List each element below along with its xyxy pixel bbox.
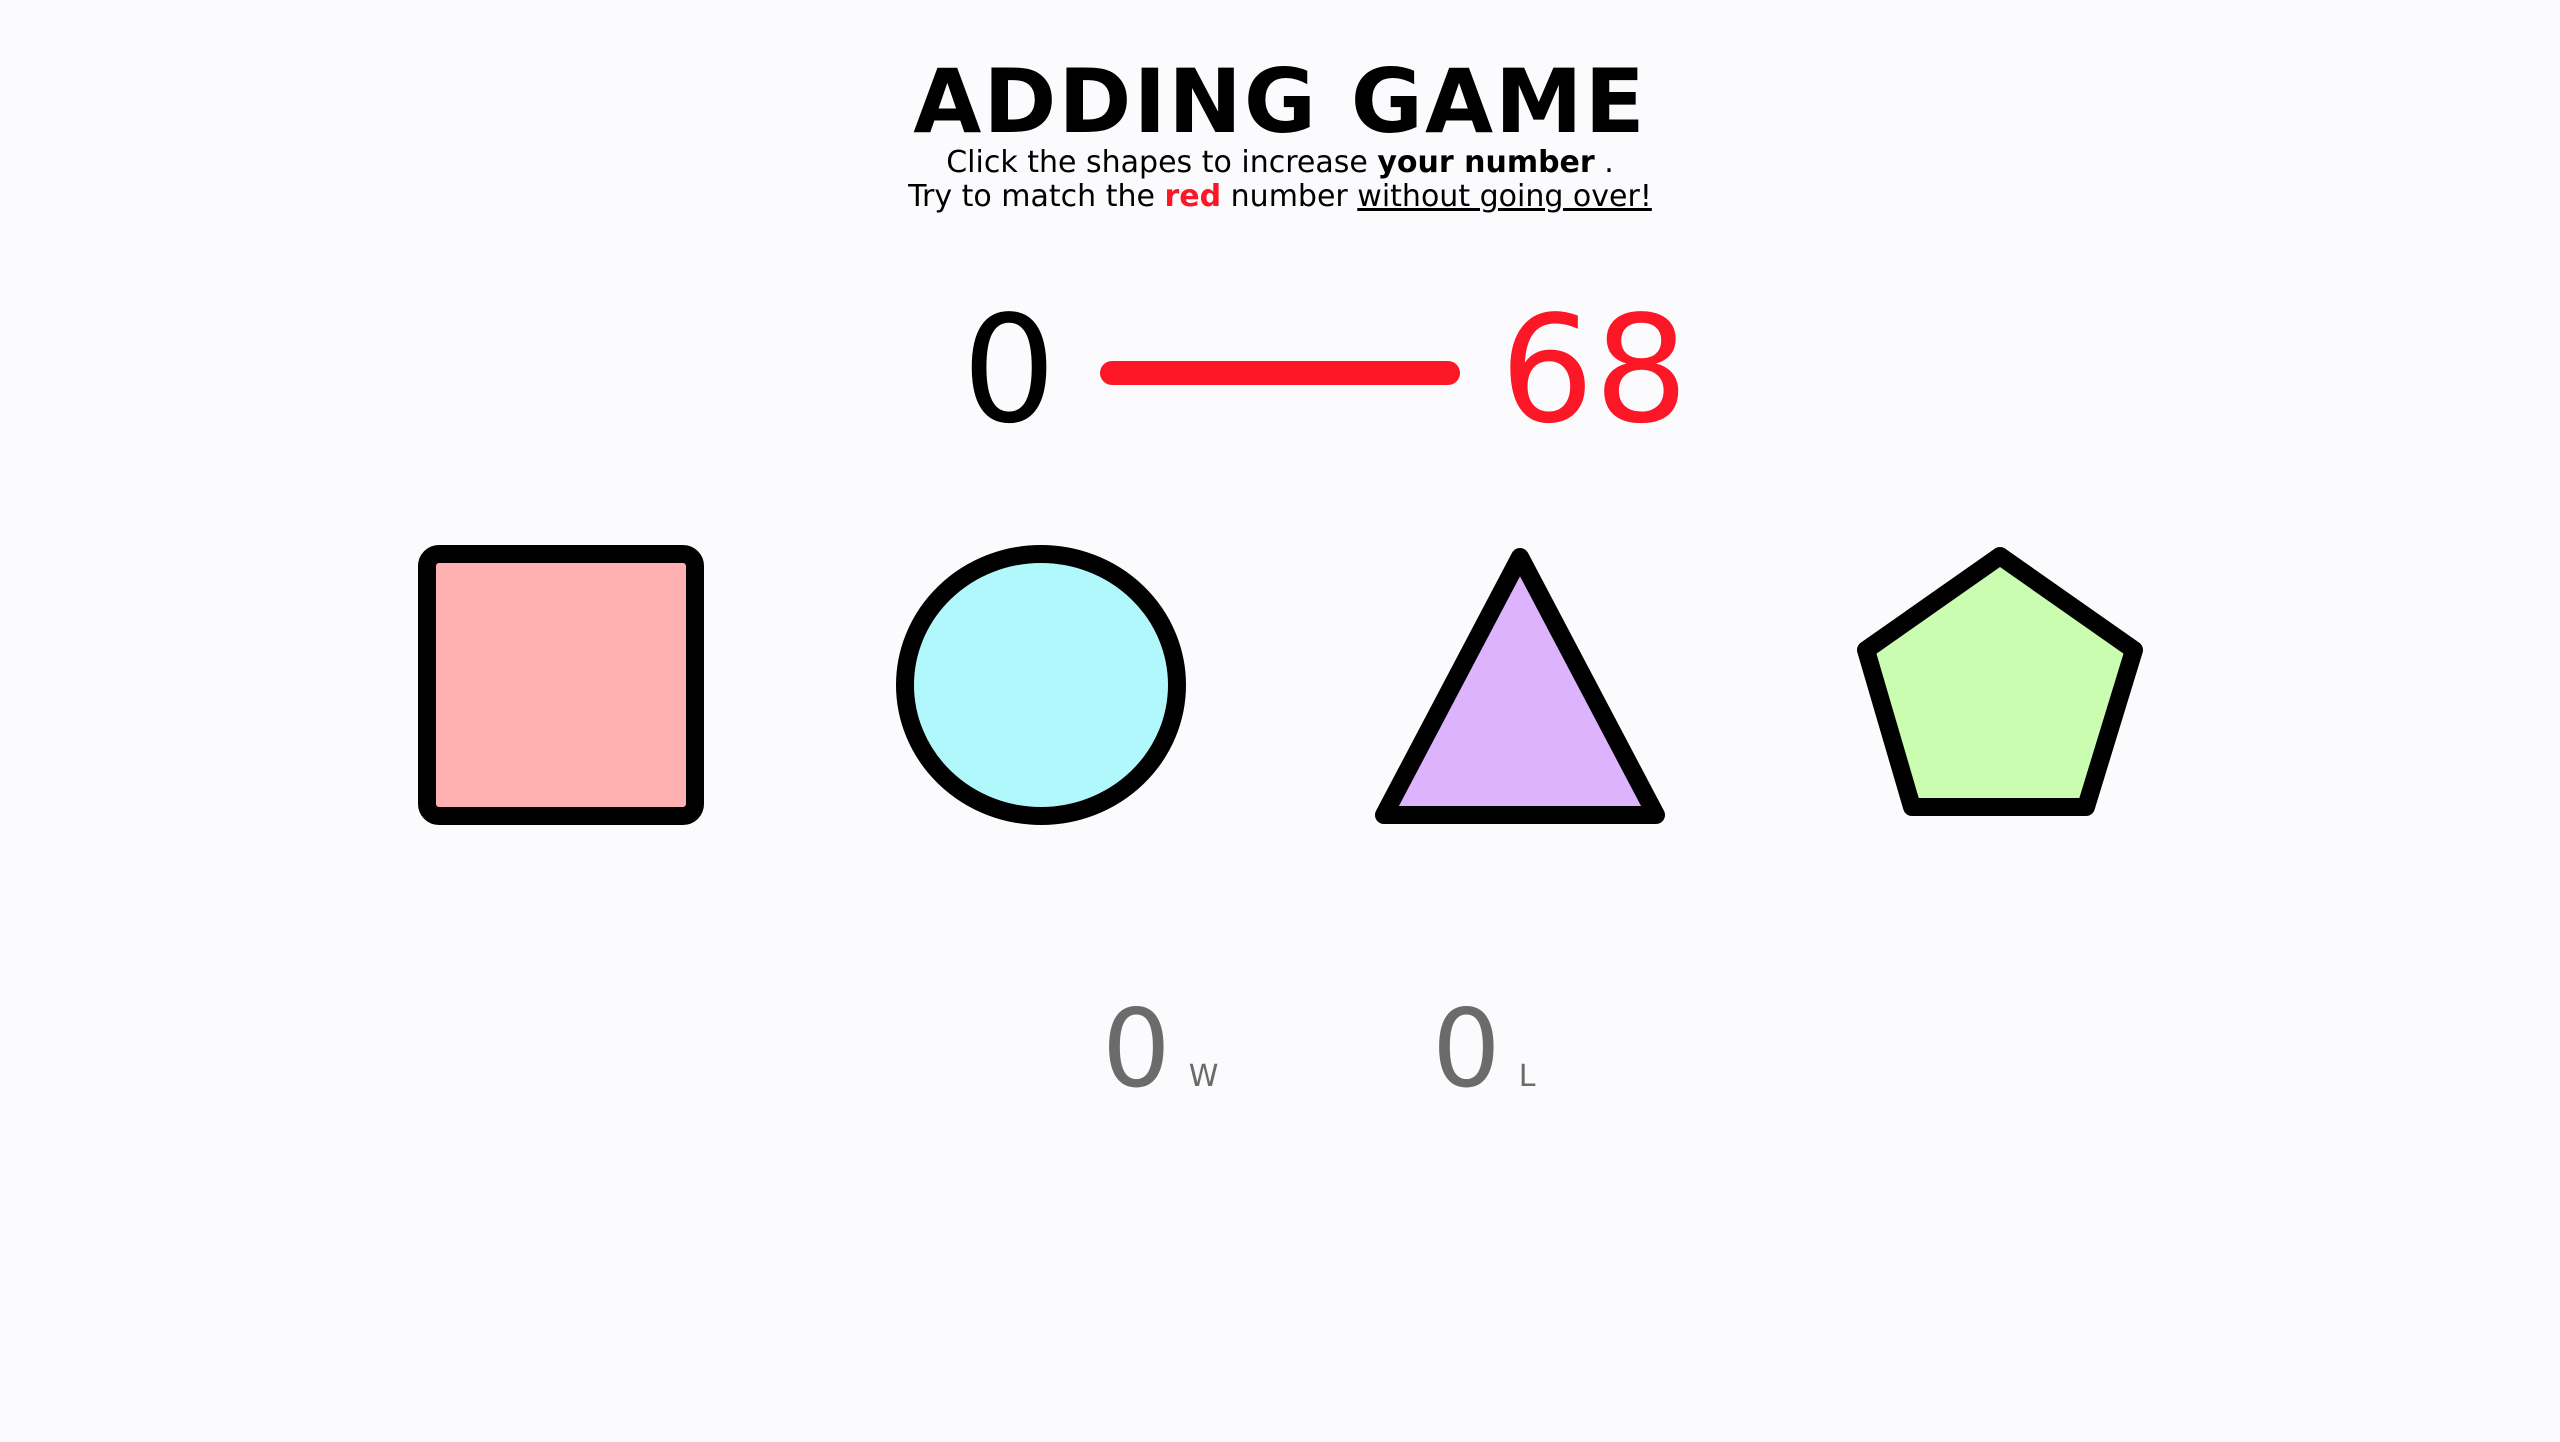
instructions-warning: without going over! xyxy=(1357,179,1652,214)
losses-label: L xyxy=(1518,1059,1536,1094)
square-icon xyxy=(418,545,704,825)
circle-button[interactable] xyxy=(896,545,1186,825)
instructions-line-1-text: Click the shapes to increase xyxy=(946,145,1378,180)
wins-label: W xyxy=(1188,1059,1219,1094)
losses-counter: 0L xyxy=(1432,990,1535,1110)
instructions-line-1: Click the shapes to increase your number… xyxy=(0,146,2560,180)
pentagon-icon xyxy=(1857,547,2143,816)
page-title: ADDING GAME xyxy=(913,50,1647,153)
wins-counter: 0W xyxy=(1102,990,1218,1110)
instructions-line-1-end: . xyxy=(1594,145,1614,180)
wins-count: 0 xyxy=(1102,987,1171,1112)
instructions-red-word: red xyxy=(1164,179,1222,214)
instructions: Click the shapes to increase your number… xyxy=(0,146,2560,214)
score-separator-bar xyxy=(1100,361,1460,385)
square-button[interactable] xyxy=(418,545,704,825)
target-number: 68 xyxy=(1500,284,1689,456)
score-row: 0 68 xyxy=(0,290,2560,450)
instructions-your-number: your number xyxy=(1377,145,1595,180)
losses-count: 0 xyxy=(1432,987,1501,1112)
triangle-icon xyxy=(1375,548,1665,824)
instructions-line-2: Try to match the red number without goin… xyxy=(0,180,2560,214)
instructions-line-2-text: Try to match the xyxy=(908,179,1165,214)
circle-icon xyxy=(896,545,1186,825)
triangle-button[interactable] xyxy=(1374,545,1666,825)
current-number: 0 xyxy=(962,284,1057,456)
pentagon-button[interactable] xyxy=(1856,545,2146,825)
instructions-line-2-middle: number xyxy=(1221,179,1358,214)
